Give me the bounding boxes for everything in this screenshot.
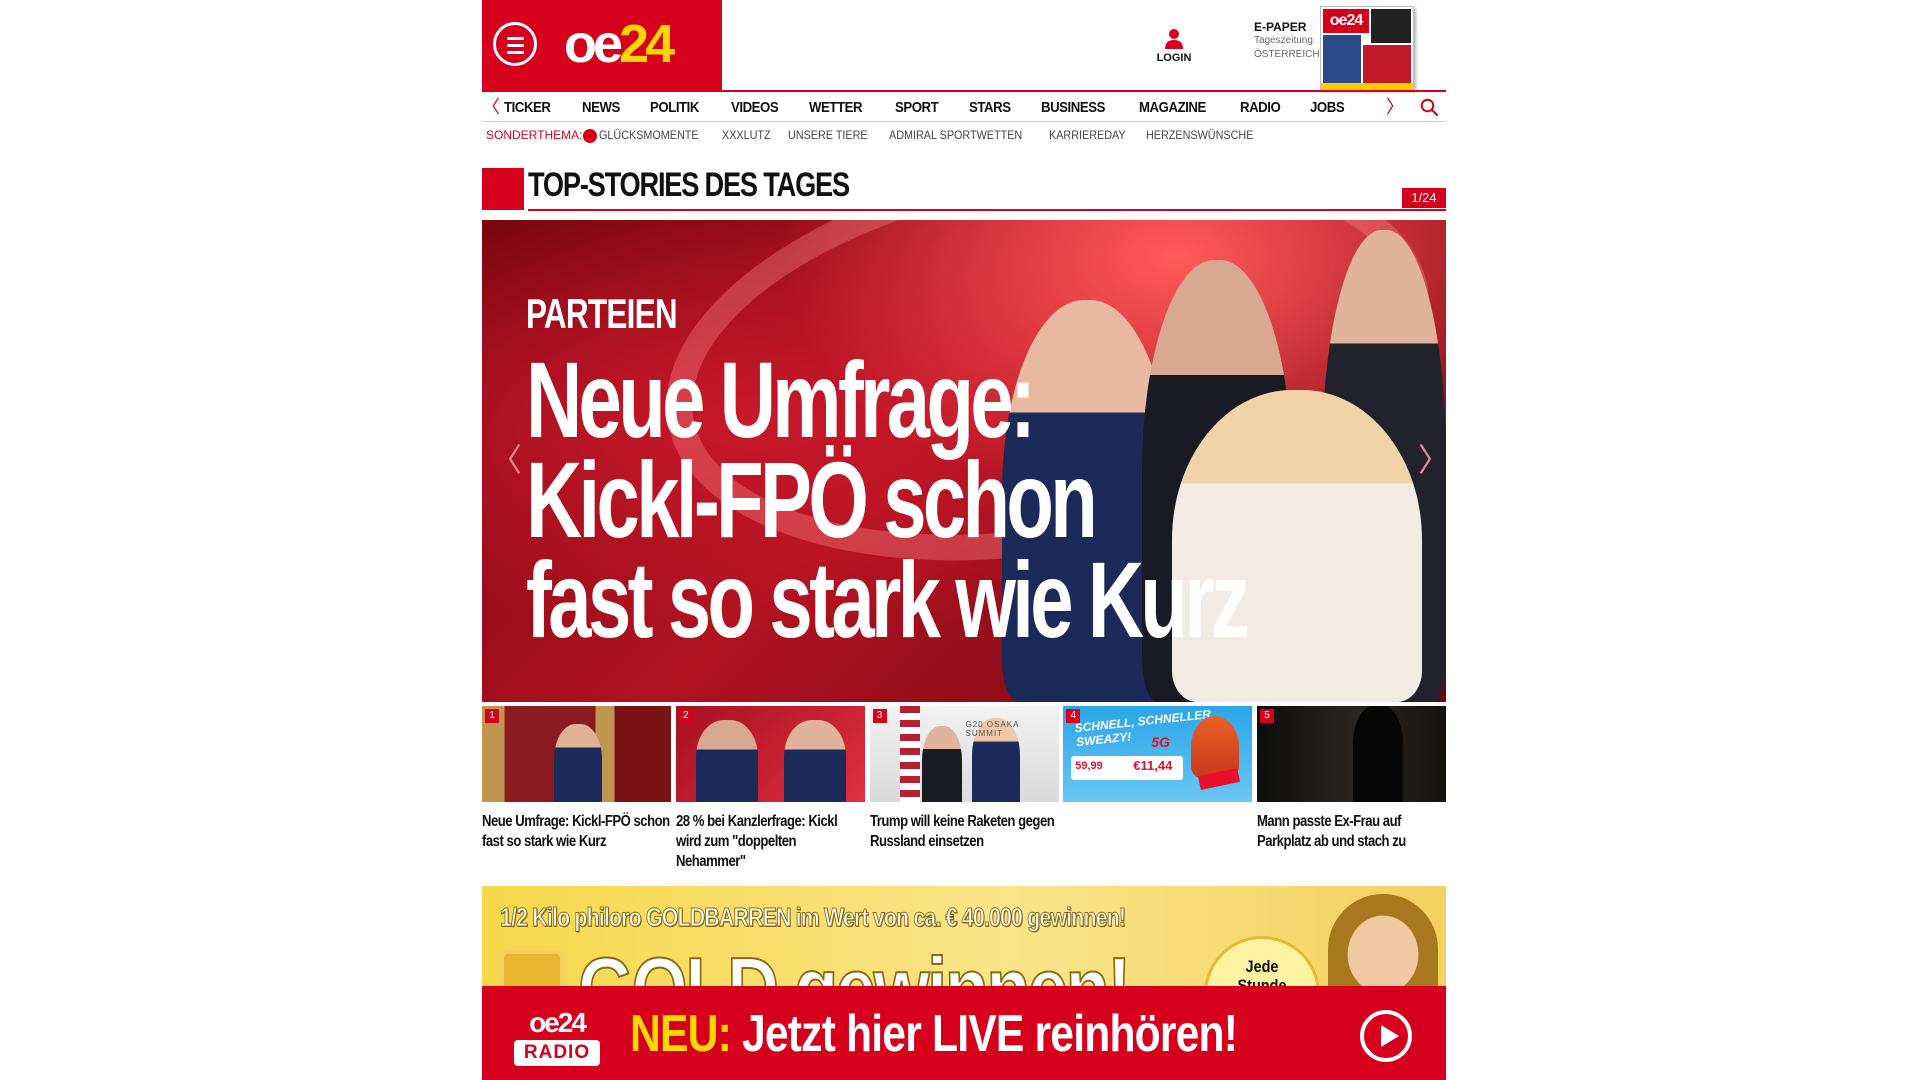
subnav-item[interactable]: HERZENSWÜNSCHE: [1146, 128, 1253, 142]
nav-item-news[interactable]: NEWS: [582, 99, 620, 116]
nav-item-videos[interactable]: VIDEOS: [731, 99, 779, 116]
hamburger-menu-icon[interactable]: [493, 22, 537, 66]
teaser-photo-silhouette: [1353, 706, 1403, 802]
teaser-image[interactable]: 5: [1257, 706, 1446, 802]
ad-price: 59,99: [1075, 760, 1103, 772]
epaper-title: E-PAPER: [1254, 20, 1307, 34]
teaser-image-text: G20 OSAKA SUMMIT: [965, 720, 1019, 738]
epaper-cover-headline: [1371, 9, 1411, 43]
page-wrapper: oe24 LOGIN E-PAPER Tageszeitung ÖSTERREI…: [482, 0, 1446, 1080]
radio-cta-label: Jetzt hier LIVE reinhören!: [730, 1005, 1238, 1063]
teaser-caption[interactable]: Neue Umfrage: Kickl-FPÖ schon fast so st…: [482, 812, 671, 852]
us-flag-image: [899, 706, 920, 802]
hero-headline-line: fast so stark wie Kurz: [526, 539, 1250, 660]
nav-item-wetter[interactable]: WETTER: [809, 99, 863, 116]
subnav-item[interactable]: ADMIRAL SPORTWETTEN: [889, 128, 1022, 142]
section-marker: [482, 168, 524, 210]
nav-item-magazine[interactable]: MAGAZINE: [1139, 99, 1206, 116]
teaser-caption[interactable]: 28 % bei Kanzlerfrage: Kickl wird zum "d…: [676, 812, 865, 872]
epaper-cover-bar: [1321, 83, 1413, 89]
epaper-cover-logo: oe24: [1323, 9, 1369, 33]
teaser-caption[interactable]: Trump will keine Raketen gegen Russland …: [870, 812, 1059, 852]
login-button[interactable]: LOGIN: [1152, 28, 1196, 64]
epaper-brand: ÖSTERREICH: [1254, 49, 1320, 60]
ad-5g-label: 5G: [1151, 734, 1170, 750]
hero-next-arrow-icon[interactable]: 〉: [1418, 442, 1446, 478]
gluecksmomente-logo-icon: [583, 129, 598, 143]
nav-prev-arrow-icon[interactable]: 〈: [482, 97, 500, 117]
teaser-number: 1: [485, 709, 499, 723]
radio-logo-brand: oe24: [529, 1007, 587, 1038]
subnav-item[interactable]: GLÜCKSMOMENTE: [599, 128, 699, 142]
nav-item-sport[interactable]: SPORT: [895, 99, 939, 116]
ad-badge-line: Jede: [1245, 957, 1279, 976]
ad-headline: 1/2 Kilo philoro GOLDBARREN im Wert von …: [500, 902, 1127, 933]
hero-headline[interactable]: Neue Umfrage: Kickl-FPÖ schon fast so st…: [526, 339, 1250, 660]
main-navigation: 〈 TICKER NEWS POLITIK VIDEOS WETTER SPORT STAR…: [482, 90, 1446, 122]
nav-item-jobs[interactable]: JOBS: [1310, 99, 1345, 116]
subnav-item[interactable]: UNSERE TIERE: [788, 128, 868, 142]
nav-item-radio[interactable]: RADIO: [1240, 99, 1281, 116]
teaser-number: 3: [872, 709, 887, 723]
radio-live-bar[interactable]: oe24 RADIO NEU: Jetzt hier LIVE reinhöre…: [482, 986, 1446, 1080]
slide-counter: 1/24: [1402, 188, 1446, 208]
nav-items: TICKER NEWS POLITIK VIDEOS WETTER SPORT STARS B…: [504, 92, 1374, 122]
teaser-number: 2: [678, 709, 693, 723]
teaser-photo-person: [554, 724, 602, 802]
nav-item-business[interactable]: BUSINESS: [1041, 99, 1105, 116]
ad-price: €11,44: [1133, 758, 1173, 773]
subnav-label: SONDERTHEMA:: [486, 128, 583, 142]
teaser-caption[interactable]: Mann passte Ex-Frau auf Parkplatz ab und…: [1257, 812, 1446, 852]
radio-logo: oe24 RADIO: [512, 1008, 602, 1068]
teaser-photo-person: [695, 720, 758, 802]
login-label: LOGIN: [1156, 52, 1192, 64]
epaper-cover-image: [1363, 45, 1411, 85]
gold-ad-banner[interactable]: 1/2 Kilo philoro GOLDBARREN im Wert von …: [482, 886, 1446, 996]
logo-block[interactable]: oe24: [482, 0, 722, 90]
hero-kicker: PARTEIEN: [526, 290, 678, 337]
epaper-cover-thumbnail[interactable]: oe24: [1320, 6, 1414, 90]
nav-item-stars[interactable]: STARS: [969, 99, 1011, 116]
radio-cta-new: NEU:: [630, 1005, 732, 1063]
subnav-item[interactable]: KARRIEREDAY: [1049, 128, 1126, 142]
teaser-item[interactable]: 1 Neue Umfrage: Kickl-FPÖ schon fast so …: [482, 706, 671, 872]
radio-cta-text: NEU: Jetzt hier LIVE reinhören!: [630, 1004, 1238, 1064]
epaper-link[interactable]: E-PAPER Tageszeitung ÖSTERREICH: [1254, 20, 1320, 62]
section-divider: [528, 209, 1446, 211]
ad-model-image: [1328, 894, 1438, 996]
search-icon[interactable]: [1420, 98, 1438, 116]
teaser-item[interactable]: 2 28 % bei Kanzlerfrage: Kickl wird zum …: [675, 706, 865, 872]
epaper-subtitle: Tageszeitung: [1254, 35, 1313, 46]
hero-headline-line: Kickl-FPÖ schon: [526, 439, 1098, 560]
subnav-item[interactable]: XXXLUTZ: [722, 128, 771, 142]
epaper-cover-image: [1323, 35, 1361, 85]
hero-headline-line: Neue Umfrage:: [526, 339, 1036, 460]
site-logo[interactable]: oe24: [564, 12, 675, 76]
teaser-image[interactable]: 2: [675, 706, 865, 802]
teaser-item[interactable]: 5 Mann passte Ex-Frau auf Parkplatz ab u…: [1257, 706, 1446, 872]
teaser-ad-image[interactable]: SCHNELL, SCHNELLER, SWEAZY! 5G 59,99 €11…: [1063, 706, 1253, 802]
teaser-image[interactable]: G20 OSAKA SUMMIT 3: [869, 706, 1059, 802]
teaser-photo-person: [921, 726, 962, 802]
section-title: TOP-STORIES DES TAGES: [528, 166, 850, 204]
subnav: SONDERTHEMA: GLÜCKSMOMENTE XXXLUTZ UNSERE …: [486, 128, 1277, 143]
teaser-photo-person: [783, 720, 846, 802]
nav-next-arrow-icon[interactable]: 〉: [1386, 97, 1404, 117]
teaser-number: 4: [1066, 709, 1081, 723]
play-icon[interactable]: [1360, 1010, 1412, 1062]
user-icon: [1165, 29, 1183, 49]
teaser-image[interactable]: 1: [482, 706, 671, 802]
top-stories-teasers: 1 Neue Umfrage: Kickl-FPÖ schon fast so …: [482, 706, 1446, 872]
nav-item-politik[interactable]: POLITIK: [650, 99, 699, 116]
hero-prev-arrow-icon[interactable]: 〈: [490, 442, 522, 478]
teaser-number: 5: [1260, 709, 1274, 723]
hero-story[interactable]: PARTEIEN Neue Umfrage: Kickl-FPÖ schon f…: [482, 220, 1446, 702]
nav-item-ticker[interactable]: TICKER: [504, 99, 551, 116]
teaser-item[interactable]: SCHNELL, SCHNELLER, SWEAZY! 5G 59,99 €11…: [1063, 706, 1253, 872]
teaser-item[interactable]: G20 OSAKA SUMMIT 3 Trump will keine Rake…: [869, 706, 1059, 872]
radio-logo-label: RADIO: [514, 1040, 600, 1066]
